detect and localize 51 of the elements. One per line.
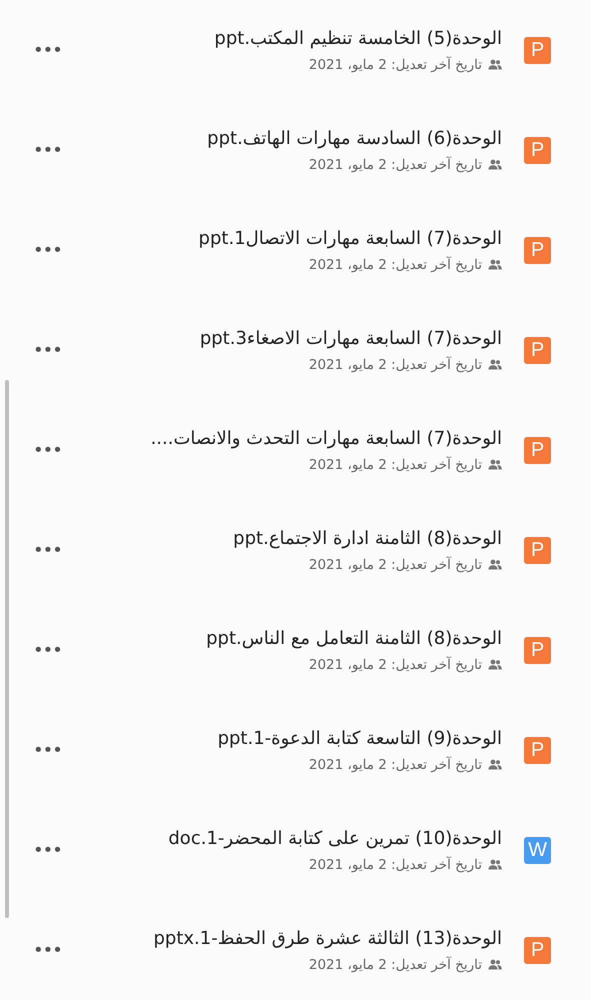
file-name[interactable]: الوحدة(10) تمرين على كتابة المحضر-1.doc [168,828,502,848]
file-type-icon: W [524,836,551,864]
scrollbar[interactable] [5,380,9,918]
modified-date: تاريخ آخر تعديل: 2 مايو، 2021 [308,656,482,672]
people-icon [488,459,502,470]
modified-date: تاريخ آخر تعديل: 2 مايو، 2021 [308,556,482,572]
file-type-icon: P [524,136,551,164]
file-type-icon: P [524,236,551,264]
people-icon [488,259,502,270]
file-type-icon: P [524,336,551,364]
file-name[interactable]: الوحدة(8) الثامنة التعامل مع الناس.ppt [206,628,502,648]
more-button[interactable]: ••• [33,640,62,660]
file-name[interactable]: الوحدة(7) السابعة مهارات الاصغاء3.ppt [200,328,502,348]
people-icon [488,959,502,970]
file-name[interactable]: الوحدة(8) الثامنة ادارة الاجتماع.ppt [233,528,502,548]
more-button[interactable]: ••• [33,140,62,160]
more-button[interactable]: ••• [33,940,62,960]
people-icon [488,659,502,670]
people-icon [488,359,502,370]
modified-date: تاريخ آخر تعديل: 2 مايو، 2021 [308,856,482,872]
file-type-icon: P [524,536,551,564]
more-button[interactable]: ••• [33,540,62,560]
people-icon [488,559,502,570]
people-icon [488,859,502,870]
file-name[interactable]: الوحدة(13) الثالثة عشرة طرق الحفظ-1.pptx [153,928,502,948]
modified-date: تاريخ آخر تعديل: 2 مايو، 2021 [308,956,482,972]
more-button[interactable]: ••• [33,840,62,860]
modified-date: تاريخ آخر تعديل: 2 مايو، 2021 [308,356,482,372]
modified-date: تاريخ آخر تعديل: 2 مايو، 2021 [308,156,482,172]
file-type-icon: P [524,936,551,964]
people-icon [488,159,502,170]
people-icon [488,59,502,70]
more-button[interactable]: ••• [33,240,62,260]
modified-date: تاريخ آخر تعديل: 2 مايو، 2021 [308,256,482,272]
file-name[interactable]: الوحدة(6) السادسة مهارات الهاتف.ppt [207,128,502,148]
file-type-icon: P [524,636,551,664]
modified-date: تاريخ آخر تعديل: 2 مايو، 2021 [308,56,482,72]
file-name[interactable]: الوحدة(7) السابعة مهارات الاتصال1.ppt [198,228,502,248]
modified-date: تاريخ آخر تعديل: 2 مايو، 2021 [308,456,482,472]
file-type-icon: P [524,736,551,764]
people-icon [488,759,502,770]
more-button[interactable]: ••• [33,340,62,360]
more-button[interactable]: ••• [33,740,62,760]
file-type-icon: P [524,436,551,464]
file-type-icon: P [524,36,551,64]
more-button[interactable]: ••• [33,440,62,460]
file-name[interactable]: الوحدة(7) السابعة مهارات التحدث والانصات.... [150,428,502,448]
file-name[interactable]: الوحدة(5) الخامسة تنظيم المكتب.ppt [214,28,502,48]
more-button[interactable]: ••• [33,40,62,60]
file-name[interactable]: الوحدة(9) التاسعة كتابة الدعوة-1.ppt [218,728,502,748]
modified-date: تاريخ آخر تعديل: 2 مايو، 2021 [308,756,482,772]
